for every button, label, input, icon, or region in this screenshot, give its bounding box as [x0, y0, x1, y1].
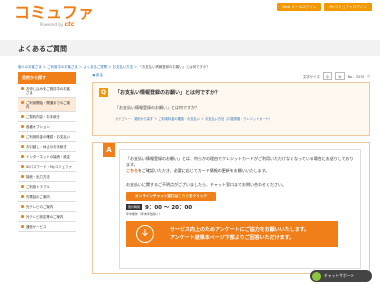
sidebar-list: お申し込みをご検討中のお客さま ご利用開始・開通までのご案内ご契約内容・お手続き各…: [18, 84, 76, 232]
breadcrumb-item[interactable]: お支払い方法: [113, 65, 133, 69]
sidebar-item[interactable]: ご利用開始・開通までのご案内: [18, 98, 76, 112]
banner-text: サービス向上のためアンケートにご協力をお願いいたします。 アンケート結果本ページ…: [170, 227, 310, 241]
online-chat-button[interactable]: オンラインチャット窓口はこちらをクリック: [126, 192, 216, 201]
sidebar-item-label: 各種オプション: [26, 124, 50, 129]
chat-hours: 受付時間 9：00 ～ 20：00: [126, 203, 216, 211]
bullet-icon: [21, 155, 24, 158]
chat-support-label: チャットサポート: [324, 273, 355, 278]
sidebar-item-label: ご契約内容・お手続き: [26, 114, 60, 119]
sidebar-item-label: ご利用料金の確認・お支払い: [26, 134, 71, 139]
sidebar-item[interactable]: ご利用料金の確認・お支払い: [18, 132, 76, 142]
sidebar: 目的から探す お申し込みをご検討中のお客さま ご利用開始・開通までのご案内ご契約内…: [18, 72, 76, 232]
arrow-down-icon: [141, 229, 148, 237]
bullet-icon: [21, 101, 24, 104]
answer-mark-icon: A: [103, 143, 115, 157]
sidebar-item[interactable]: 各種オプション: [18, 122, 76, 132]
sidebar-item-label: 光テレビのご案内: [26, 204, 54, 209]
sidebar-item-label: お申し込みをご検討中のお客さま: [26, 86, 71, 95]
sidebar-item-label: 接続・出力方法: [26, 174, 50, 179]
sidebar-item-label: 通信サービス: [26, 224, 47, 229]
bullet-icon: [21, 205, 24, 208]
faq-number: No：3370: [347, 74, 365, 79]
logo-sub: Powered by ctc: [40, 21, 75, 28]
here-link[interactable]: こちら: [126, 168, 138, 173]
page-title: よくあるご質問: [18, 45, 67, 53]
bullet-icon: [21, 215, 24, 218]
bullet-icon: [21, 175, 24, 178]
main-content: ◀ 戻る 文字サイズ 小 大 No：3370 ⎙ Q 「お支払い情報登録のお願い…: [92, 72, 370, 274]
site-header: コミュファ Powered by ctc Web メールログイン Myコミュファ…: [0, 0, 380, 30]
sidebar-item[interactable]: 通信サービス: [18, 222, 76, 232]
font-small-button[interactable]: 小: [322, 72, 333, 80]
sidebar-item[interactable]: 光テレビのご案内: [18, 202, 76, 212]
answer-text-2: お支払いに関するご不明点がございましたら、チャット窓口までお問い合わせください。: [126, 182, 286, 187]
chat-info: オンラインチャット窓口はこちらをクリック 受付時間 9：00 ～ 20：00 年…: [126, 192, 216, 216]
question-mark-icon: Q: [99, 88, 108, 97]
bullet-icon: [21, 185, 24, 188]
breadcrumb-item[interactable]: ご利用中のお客さま: [47, 65, 78, 69]
sidebar-item[interactable]: 接続・出力方法: [18, 172, 76, 182]
hours-label: 受付時間: [126, 204, 143, 210]
bullet-icon: [21, 125, 24, 128]
font-large-button[interactable]: 大: [335, 72, 345, 80]
bullet-icon: [21, 165, 24, 168]
sidebar-item[interactable]: インターネットの接続・設定: [18, 152, 76, 162]
breadcrumb: 個人のお客さま ＞ ご利用中のお客さま ＞ よくあるご質問 ＞ お支払い方法 ＞…: [18, 65, 210, 69]
arrow-down-circle-icon: [136, 225, 154, 243]
top-buttons: Web メールログイン Myコミュファログイン: [277, 3, 372, 11]
question-title: 「お支払い情報登録のお願い」とは何ですか？: [115, 90, 221, 96]
survey-banner[interactable]: サービス向上のためアンケートにご協力をお願いいたします。 アンケート結果本ページ…: [126, 221, 338, 247]
hours-note: 年中無休（年末年始除く）: [126, 212, 163, 216]
hours-time: 9：00 ～ 20：00: [145, 205, 193, 211]
sidebar-item-label: 光テレビ設定等のご案内: [26, 214, 64, 219]
bullet-icon: [21, 145, 24, 148]
question-body: 「お支払い情報登録のお願い」とは何ですか？: [115, 105, 199, 110]
main-tools: 文字サイズ 小 大 No：3370 ⎙: [303, 72, 370, 80]
breadcrumb-item[interactable]: 個人のお客さま: [18, 65, 42, 69]
category-link[interactable]: 契約から探す ＞ ご利用料金の確認・お支払い ＞ お支払い方法（口座振替・クレジ…: [134, 117, 272, 121]
my-commufa-login-button[interactable]: Myコミュファログイン: [324, 3, 372, 11]
page-title-bar: よくあるご質問: [0, 40, 380, 56]
sidebar-item-label: ご利用トラブル: [26, 184, 50, 189]
chat-bubble-icon: [312, 271, 321, 281]
sidebar-item[interactable]: 光テレビ設定等のご案内: [18, 212, 76, 222]
sidebar-item[interactable]: お引越し・休止のお手続き: [18, 142, 76, 152]
print-icon[interactable]: ⎙: [367, 74, 370, 78]
answer-text: 「お支払い情報登録のお願い」とは、何らかの理由でクレジットカードがご利用いただけ…: [126, 156, 354, 173]
sidebar-item-label: ご利用開始・開通までのご案内: [26, 100, 71, 109]
commufa-logo[interactable]: コミュファ Powered by ctc: [14, 3, 95, 29]
question-category: カテゴリー：契約から探す ＞ ご利用料金の確認・お支払い ＞ お支払い方法（口座…: [115, 117, 273, 121]
logo-text: コミュファ: [14, 3, 95, 22]
sidebar-item[interactable]: ご利用トラブル: [18, 182, 76, 192]
answer-inner: 「お支払い情報登録のお願い」とは、何らかの理由でクレジットカードがご利用いただけ…: [119, 149, 361, 269]
chat-support-float-button[interactable]: チャットサポート: [310, 270, 372, 282]
bullet-icon: [21, 135, 24, 138]
sidebar-item[interactable]: お申し込みをご検討中のお客さま: [18, 84, 76, 98]
answer-box: A 「お支払い情報登録のお願い」とは、何らかの理由でクレジットカードがご利用いた…: [92, 142, 370, 274]
bullet-icon: [21, 115, 24, 118]
sidebar-heading: 目的から探す: [18, 72, 76, 84]
question-box: Q 「お支払い情報登録のお願い」とは何ですか？ 「お支払い情報登録のお願い」とは…: [92, 82, 370, 136]
back-link[interactable]: ◀ 戻る: [92, 73, 103, 78]
webmail-login-button[interactable]: Web メールログイン: [277, 3, 322, 11]
bullet-icon: [21, 87, 24, 90]
sidebar-item[interactable]: IDパスワード・Myコミュファ: [18, 162, 76, 172]
breadcrumb-current: 「お支払い情報登録のお願い」とは何ですか？: [138, 65, 210, 69]
breadcrumb-item[interactable]: よくあるご質問: [83, 65, 107, 69]
sidebar-item[interactable]: 光電話のご案内: [18, 192, 76, 202]
sidebar-item-label: インターネットの接続・設定: [26, 154, 71, 159]
main-top-bar: ◀ 戻る 文字サイズ 小 大 No：3370 ⎙: [92, 72, 370, 80]
sidebar-item-label: お引越し・休止のお手続き: [26, 144, 67, 149]
bullet-icon: [21, 225, 24, 228]
sidebar-item-label: 光電話のご案内: [26, 194, 50, 199]
sidebar-item[interactable]: ご契約内容・お手続き: [18, 112, 76, 122]
font-size-label: 文字サイズ: [303, 74, 320, 79]
bullet-icon: [21, 195, 24, 198]
sidebar-item-label: IDパスワード・Myコミュファ: [26, 164, 72, 169]
